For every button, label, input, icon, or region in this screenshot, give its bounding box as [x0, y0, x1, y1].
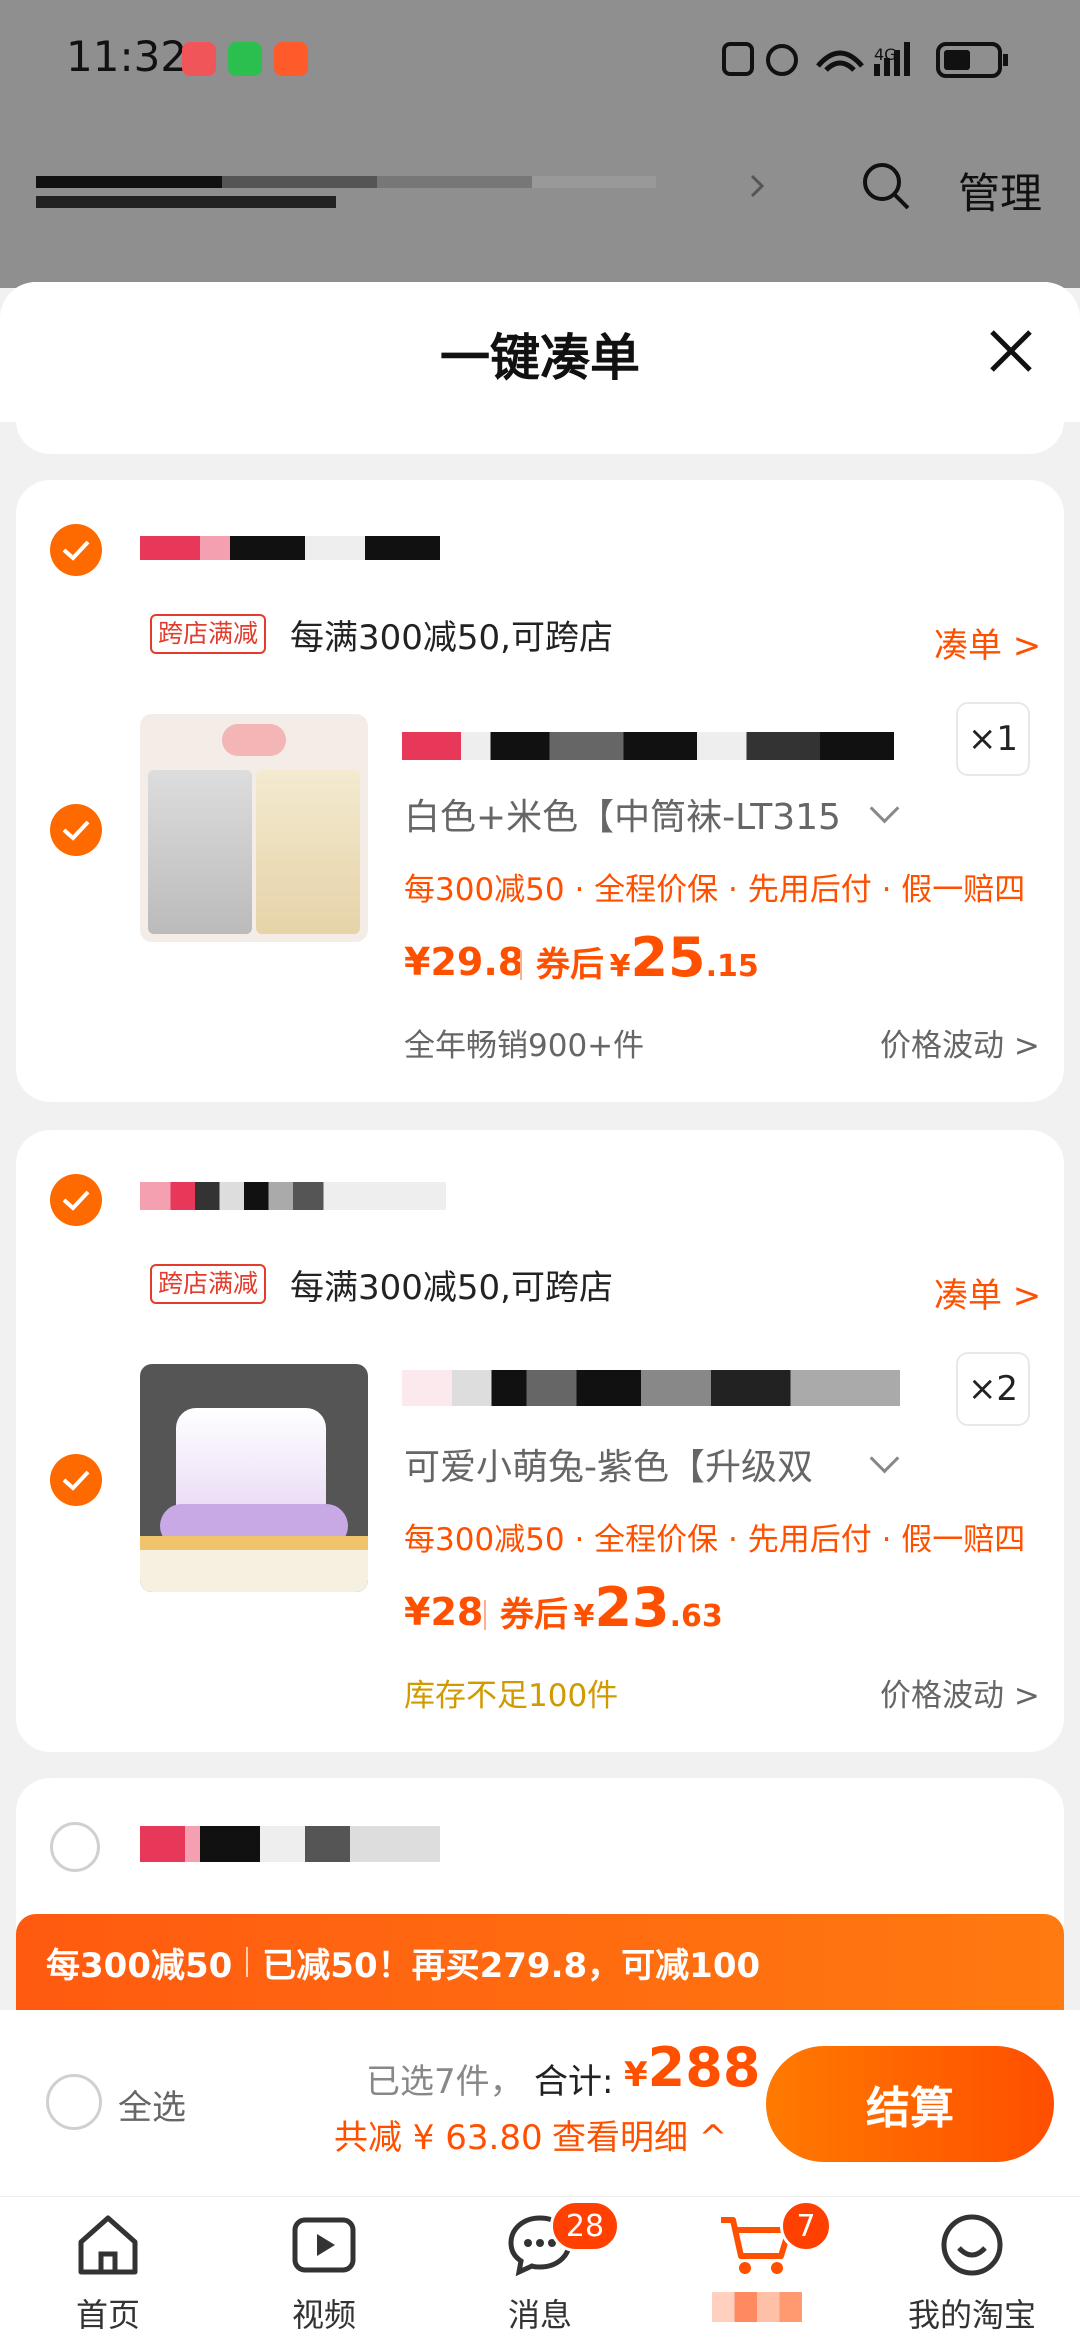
coudan-link[interactable]: 凑单 > — [934, 618, 1041, 667]
blurred-product-title — [402, 1370, 900, 1406]
blurred-address — [36, 176, 656, 188]
search-icon[interactable] — [860, 160, 912, 212]
coupon-price: 券后 ¥25.15 — [536, 926, 759, 989]
price-divider — [484, 1600, 486, 1630]
total-label: 合计: — [534, 2062, 614, 2102]
discount-total: 共减 ¥ 63.80 — [334, 2118, 543, 2158]
blurred-shop-name — [140, 536, 440, 560]
promo-text: 每满300减50,可跨店 — [290, 1268, 613, 1308]
item-checkbox[interactable] — [50, 1454, 102, 1506]
status-time: 11:32 — [66, 32, 188, 81]
profile-smile-icon — [941, 2214, 1003, 2276]
cart-badge: 7 — [780, 2200, 832, 2252]
product-image-socks[interactable] — [140, 714, 368, 942]
view-details-link[interactable]: 查看明细 ^ — [552, 2110, 727, 2159]
price-divider — [520, 950, 522, 980]
total-value: 288 — [647, 2036, 761, 2099]
promo-text: 每满300减50,可跨店 — [290, 618, 613, 658]
price-trend-link[interactable]: 价格波动 > — [880, 1670, 1040, 1715]
shop-checkbox[interactable] — [50, 1174, 102, 1226]
select-all-label[interactable]: 全选 — [118, 2080, 186, 2129]
blurred-shop-name — [140, 1182, 446, 1210]
checkout-button[interactable]: 结算 — [766, 2046, 1054, 2162]
banner-left: 每300减50 — [46, 1945, 233, 1986]
coupon-dec: .15 — [705, 949, 759, 984]
promotion-banner: 每300减50 已减50！再买279.8，可减100 — [16, 1914, 1064, 2010]
coupon-currency: ¥ — [609, 949, 631, 984]
sheet-title: 一键凑单 — [440, 329, 640, 387]
item-price: ¥29.8 — [404, 940, 525, 984]
tab-video-label: 视频 — [291, 2296, 356, 2334]
quantity-badge[interactable]: ×1 — [956, 702, 1030, 776]
coupon-label: 券后 — [500, 1595, 568, 1635]
close-icon[interactable] — [986, 326, 1036, 376]
item-checkbox[interactable] — [50, 804, 102, 856]
sales-info: 全年畅销900+件 — [404, 1028, 645, 1064]
perks-line: 每300减50 · 全程价保 · 先用后付 · 假一赔四 — [404, 872, 1026, 908]
stock-warning: 库存不足100件 — [404, 1678, 619, 1714]
coupon-dec: .63 — [669, 1599, 723, 1634]
tab-home-label: 首页 — [75, 2296, 140, 2334]
tab-mine[interactable]: 我的淘宝 — [892, 2210, 1052, 2336]
notification-app-icon — [182, 42, 216, 76]
header-chevron-icon[interactable] — [748, 174, 768, 198]
red-packet-icon — [274, 42, 308, 76]
blurred-shop-name — [140, 1826, 440, 1862]
item-price: ¥28 — [404, 1590, 484, 1634]
shop-checkbox-unchecked[interactable] — [50, 1822, 100, 1872]
video-play-icon — [292, 2217, 356, 2273]
tab-mine-label: 我的淘宝 — [907, 2296, 1036, 2334]
price-trend-link[interactable]: 价格波动 > — [880, 1020, 1040, 1065]
status-icons: 4G — [722, 42, 1008, 78]
blurred-address-line — [36, 196, 336, 208]
tab-video[interactable]: 视频 — [244, 2210, 404, 2336]
coupon-currency: ¥ — [573, 1599, 595, 1634]
shop-checkbox[interactable] — [50, 524, 102, 576]
coudan-link[interactable]: 凑单 > — [934, 1268, 1041, 1317]
tab-messages-label: 消息 — [507, 2296, 572, 2334]
messages-badge: 28 — [550, 2200, 620, 2252]
home-icon — [78, 2215, 138, 2275]
banner-right: 已减50！再买279.8，可减100 — [262, 1945, 761, 1986]
wechat-icon — [228, 42, 262, 76]
coupon-price: 券后 ¥23.63 — [500, 1576, 723, 1639]
previous-card-edge — [16, 420, 1064, 454]
quantity-badge[interactable]: ×2 — [956, 1352, 1030, 1426]
total-currency: ¥ — [624, 2055, 648, 2095]
total-price: ¥288 — [624, 2036, 760, 2099]
coupon-int: 23 — [594, 1576, 670, 1639]
select-all-checkbox[interactable] — [46, 2074, 102, 2130]
variant-selector[interactable]: 可爱小萌兔-紫色【升级双 — [404, 1438, 813, 1490]
manage-button[interactable]: 管理 — [958, 160, 1042, 221]
selected-count: 已选7件， — [366, 2062, 524, 2102]
product-image-shoe-covers[interactable] — [140, 1364, 368, 1592]
promo-tag: 跨店满减 — [150, 1264, 267, 1304]
coupon-label: 券后 — [536, 945, 604, 985]
variant-selector[interactable]: 白色+米色【中筒袜-LT315 — [404, 788, 841, 840]
promo-tag: 跨店满减 — [150, 614, 267, 654]
tab-home[interactable]: 首页 — [28, 2210, 188, 2336]
banner-divider — [246, 1947, 249, 1977]
blurred-product-title — [402, 732, 894, 760]
perks-line: 每300减50 · 全程价保 · 先用后付 · 假一赔四 — [404, 1522, 1026, 1558]
blurred-cart-label — [712, 2292, 802, 2322]
coupon-int: 25 — [630, 926, 706, 989]
